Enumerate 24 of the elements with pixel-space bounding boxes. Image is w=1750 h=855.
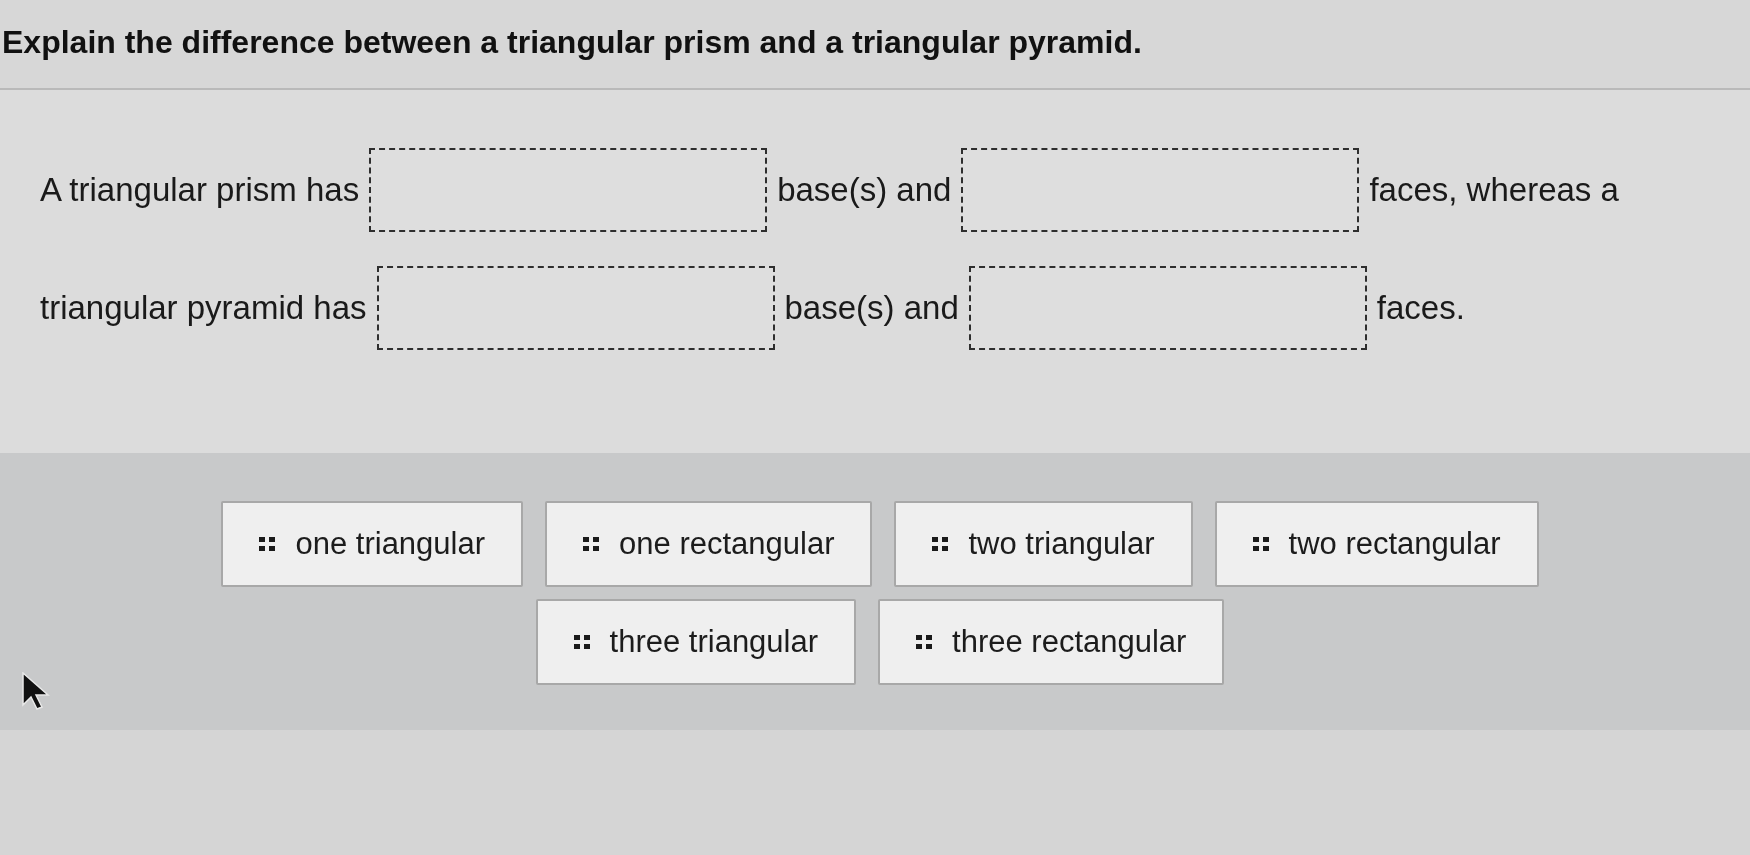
grip-icon [583, 537, 600, 551]
grip-icon [932, 537, 949, 551]
grip-icon [259, 537, 276, 551]
cursor-icon [22, 672, 50, 710]
question-title: Explain the difference between a triangular prism and a triangular pyramid. [2, 24, 1142, 61]
sentence-text: base(s) and [777, 171, 952, 209]
answer-choice[interactable]: one rectangular [545, 501, 873, 587]
sentence-text: faces, whereas a [1369, 171, 1619, 209]
answer-box[interactable] [961, 148, 1360, 232]
answer-choice[interactable]: three rectangular [878, 599, 1225, 685]
answer-choice[interactable]: two rectangular [1214, 501, 1539, 587]
sentence-text: base(s) and [784, 289, 959, 327]
answer-choice[interactable]: three triangular [535, 599, 857, 685]
answer-box[interactable] [369, 148, 768, 232]
answer-box[interactable] [968, 266, 1367, 350]
answer-choice[interactable]: one triangular [221, 501, 524, 587]
sentence-text: faces. [1376, 289, 1465, 327]
sentence-text: triangular pyramid has [40, 289, 367, 327]
grip-icon [1252, 537, 1269, 551]
answer-box[interactable] [376, 266, 775, 350]
sentence-text: A triangular prism has [40, 171, 360, 209]
answer-choice[interactable]: two triangular [894, 501, 1193, 587]
grip-icon [916, 635, 933, 649]
grip-icon [573, 635, 590, 649]
